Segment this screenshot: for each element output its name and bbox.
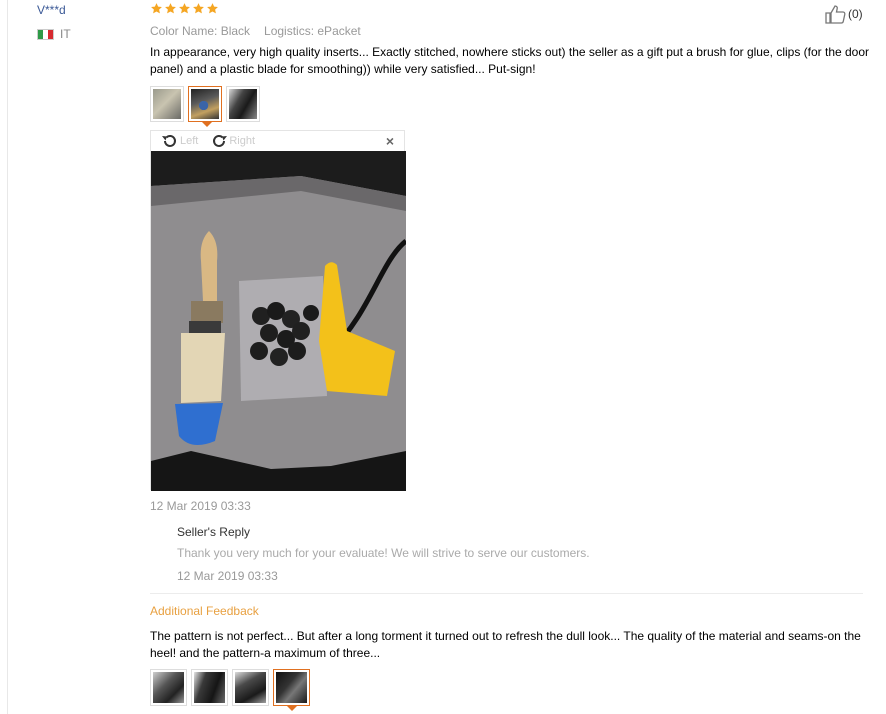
review-date: 12 Mar 2019 03:33 [150, 499, 251, 513]
rotate-left-icon [162, 134, 176, 147]
italy-flag-icon [37, 28, 54, 40]
photo-thumbnail[interactable] [226, 86, 260, 122]
country-code: IT [60, 27, 71, 41]
star-icon [165, 3, 176, 14]
photo-thumbnail[interactable] [150, 669, 187, 706]
close-viewer-button[interactable]: × [386, 133, 394, 149]
star-icon [207, 3, 218, 14]
additional-photo-thumbnails [150, 669, 310, 711]
photo-thumbnail[interactable] [191, 669, 228, 706]
rotate-right-button[interactable]: Right [210, 133, 255, 149]
selected-indicator [287, 706, 297, 711]
seller-reply-date: 12 Mar 2019 03:33 [177, 569, 278, 583]
review-text: In appearance, very high quality inserts… [150, 45, 870, 76]
order-attributes: Color Name: Black Logistics: ePacket [150, 24, 361, 38]
review-photo-thumbnails [150, 86, 260, 127]
reviewer-name[interactable]: V***d [37, 3, 66, 17]
selected-indicator [202, 122, 212, 127]
section-divider [150, 593, 863, 594]
photo-thumbnail[interactable] [232, 669, 269, 706]
rotate-right-label: Right [229, 135, 256, 147]
helpful-button[interactable]: (0) [824, 4, 863, 24]
star-icon [193, 3, 204, 14]
seller-reply-title: Seller's Reply [177, 525, 250, 539]
rotate-left-label: Left [180, 135, 199, 147]
review-photo [151, 151, 406, 491]
photo-viewer: Left Right × [150, 130, 406, 491]
star-icon [151, 3, 162, 14]
star-icon [179, 3, 190, 14]
photo-thumbnail-selected[interactable] [188, 86, 222, 127]
additional-feedback-text: The pattern is not perfect... But after … [150, 629, 861, 660]
logistics-attribute: Logistics: ePacket [264, 24, 361, 38]
thumbs-up-icon [825, 5, 846, 24]
additional-feedback-title: Additional Feedback [150, 604, 259, 618]
left-border [7, 0, 8, 714]
helpful-count: (0) [848, 7, 863, 21]
viewer-toolbar: Left Right × [151, 131, 404, 151]
rotate-right-icon [213, 134, 228, 147]
color-attribute: Color Name: Black [150, 24, 251, 38]
star-rating [150, 2, 219, 15]
photo-thumbnail[interactable] [150, 86, 184, 122]
photo-thumbnail-selected[interactable] [273, 669, 310, 711]
seller-reply-text: Thank you very much for your evaluate! W… [177, 546, 590, 560]
reviewer-country: IT [37, 27, 71, 41]
rotate-left-button[interactable]: Left [161, 133, 198, 149]
